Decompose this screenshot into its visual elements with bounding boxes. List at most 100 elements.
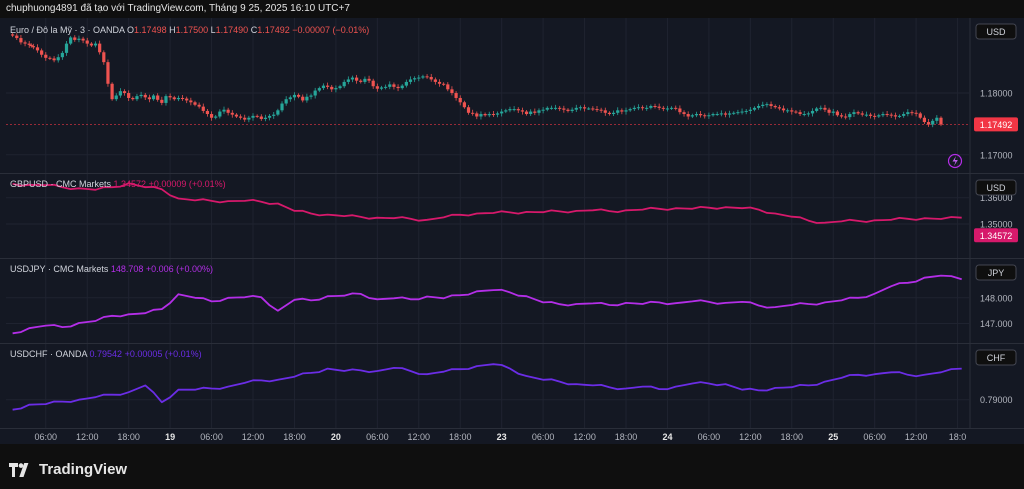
candle-body	[628, 109, 632, 111]
caption: chuphuong4891 đã tạo với TradingView.com…	[6, 3, 350, 14]
candle-body	[230, 112, 234, 115]
tradingview-logo[interactable]: TradingView	[9, 461, 127, 478]
candle-body	[272, 114, 276, 116]
legend-change: +0.00009 (+0.01%)	[149, 179, 226, 189]
x-tick-label: 18:00	[117, 432, 140, 442]
candle-body	[251, 115, 255, 118]
candle-body	[815, 108, 819, 111]
candle-body	[81, 38, 85, 41]
candle-body	[918, 113, 922, 118]
candle-body	[342, 81, 346, 87]
candle-body	[508, 109, 512, 111]
candle-body	[89, 43, 93, 46]
candle-body	[392, 84, 396, 87]
candle-body	[56, 57, 60, 61]
candle-body	[156, 95, 160, 100]
candle-body	[686, 114, 690, 117]
candle-body	[636, 107, 641, 109]
legend-change: +0.006 (+0.00%)	[146, 264, 213, 274]
candle-body	[491, 114, 495, 116]
candle-body	[31, 46, 35, 48]
x-tick-label: 12:00	[739, 432, 762, 442]
legend-part: −0.00007 (−0.01%)	[292, 25, 369, 35]
candle-body	[450, 89, 454, 94]
legend-title: USDCHF · OANDA	[10, 349, 90, 359]
candle-body	[516, 109, 520, 111]
candle-body	[624, 110, 628, 112]
y-tick-label: 1.17000	[980, 150, 1013, 160]
candle-body	[160, 99, 164, 103]
x-tick-label: 19	[165, 432, 175, 442]
candle-body	[877, 115, 881, 117]
candle-body	[603, 110, 607, 113]
candle-body	[280, 103, 284, 111]
candle-body	[363, 78, 367, 82]
candle-body	[910, 112, 914, 114]
candle-body	[711, 114, 715, 116]
candle-body	[442, 83, 446, 85]
candle-body	[574, 107, 578, 110]
candle-body	[848, 114, 852, 118]
x-tick-label: 12:00	[242, 432, 265, 442]
candle-body	[384, 86, 388, 88]
candle-body	[902, 114, 906, 116]
candle-body	[719, 113, 723, 115]
x-tick-label: 06:00	[532, 432, 555, 442]
chart-svg[interactable]: 1.180001.17000USD1.17492Euro / Đô la Mỹ …	[0, 18, 1024, 444]
candle-body	[446, 84, 450, 90]
candle-body	[553, 107, 558, 109]
candle-body	[375, 86, 379, 89]
legend-part: 1.17492	[257, 25, 292, 35]
candle-body	[197, 104, 201, 107]
x-tick-label: 24	[662, 432, 672, 442]
candle-body	[466, 107, 471, 113]
candle-body	[40, 50, 44, 55]
candle-body	[334, 88, 338, 90]
series-legend: USDCHF · OANDA 0.79542 +0.00005 (+0.01%)	[10, 349, 202, 359]
candle-body	[566, 109, 570, 111]
candle-body	[504, 110, 508, 112]
candle-body	[462, 102, 466, 108]
candle-body	[524, 111, 529, 115]
footer: TradingView	[0, 448, 1024, 489]
candle-body	[102, 52, 106, 63]
candle-body	[475, 113, 479, 117]
candle-body	[433, 79, 437, 82]
candle-body	[669, 107, 674, 109]
candle-body	[429, 76, 433, 80]
candle-body	[23, 42, 27, 44]
candle-body	[777, 107, 781, 109]
candle-body	[417, 77, 421, 79]
eurusd-legend: Euro / Đô la Mỹ · 3 · OANDA O1.17498 H1.…	[10, 25, 369, 35]
candle-body	[185, 98, 189, 101]
candle-body	[545, 107, 549, 110]
candle-body	[748, 109, 752, 111]
candle-body	[479, 114, 483, 117]
scale-badge-label: USD	[986, 27, 1006, 37]
candle-body	[653, 106, 657, 107]
candle-body	[678, 108, 682, 113]
candle-body	[595, 109, 599, 111]
candle-body	[243, 117, 247, 120]
candle-body	[873, 115, 877, 117]
candle-body	[897, 115, 902, 117]
candle-body	[844, 116, 848, 118]
candle-body	[367, 78, 371, 81]
legend-change: +0.00005 (+0.01%)	[125, 349, 202, 359]
candle-body	[471, 112, 475, 114]
candle-body	[744, 110, 748, 112]
candle-body	[122, 91, 127, 94]
candle-body	[860, 113, 864, 115]
candle-body	[835, 111, 839, 116]
scale-badge-label: USD	[986, 183, 1006, 193]
candle-body	[69, 37, 73, 44]
y-tick-label: 1.35000	[980, 220, 1013, 230]
candle-body	[147, 97, 151, 100]
candle-body	[674, 107, 678, 109]
candle-body	[359, 80, 363, 82]
candle-body	[284, 99, 288, 104]
candle-body	[889, 114, 893, 116]
chart-area[interactable]: 1.18000 1.17000 USD 1.17492 Euro / Đô la Mỹ …	[0, 18, 1024, 444]
x-tick-label: 06:00	[698, 432, 721, 442]
candle-body	[620, 110, 624, 112]
